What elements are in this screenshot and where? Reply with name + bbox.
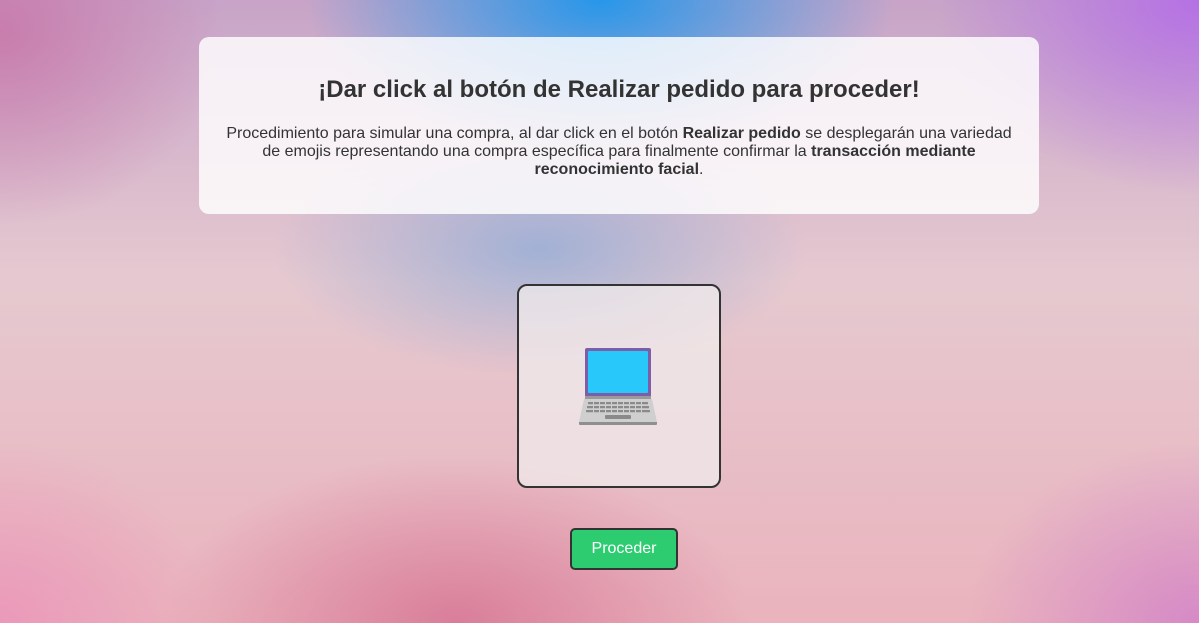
- emoji-display-box: [517, 284, 721, 488]
- instructions-part-1: Procedimiento para simular una compra, a…: [226, 125, 683, 142]
- proceed-button[interactable]: Proceder: [570, 528, 678, 570]
- info-card: ¡Dar click al botón de Realizar pedido p…: [199, 37, 1039, 214]
- instructions-part-3: .: [699, 161, 704, 178]
- instructions-text: Procedimiento para simular una compra, a…: [223, 125, 1015, 179]
- page-title: ¡Dar click al botón de Realizar pedido p…: [318, 76, 920, 103]
- instructions-bold-realizar-pedido: Realizar pedido: [682, 125, 801, 142]
- laptop-icon: [579, 348, 657, 425]
